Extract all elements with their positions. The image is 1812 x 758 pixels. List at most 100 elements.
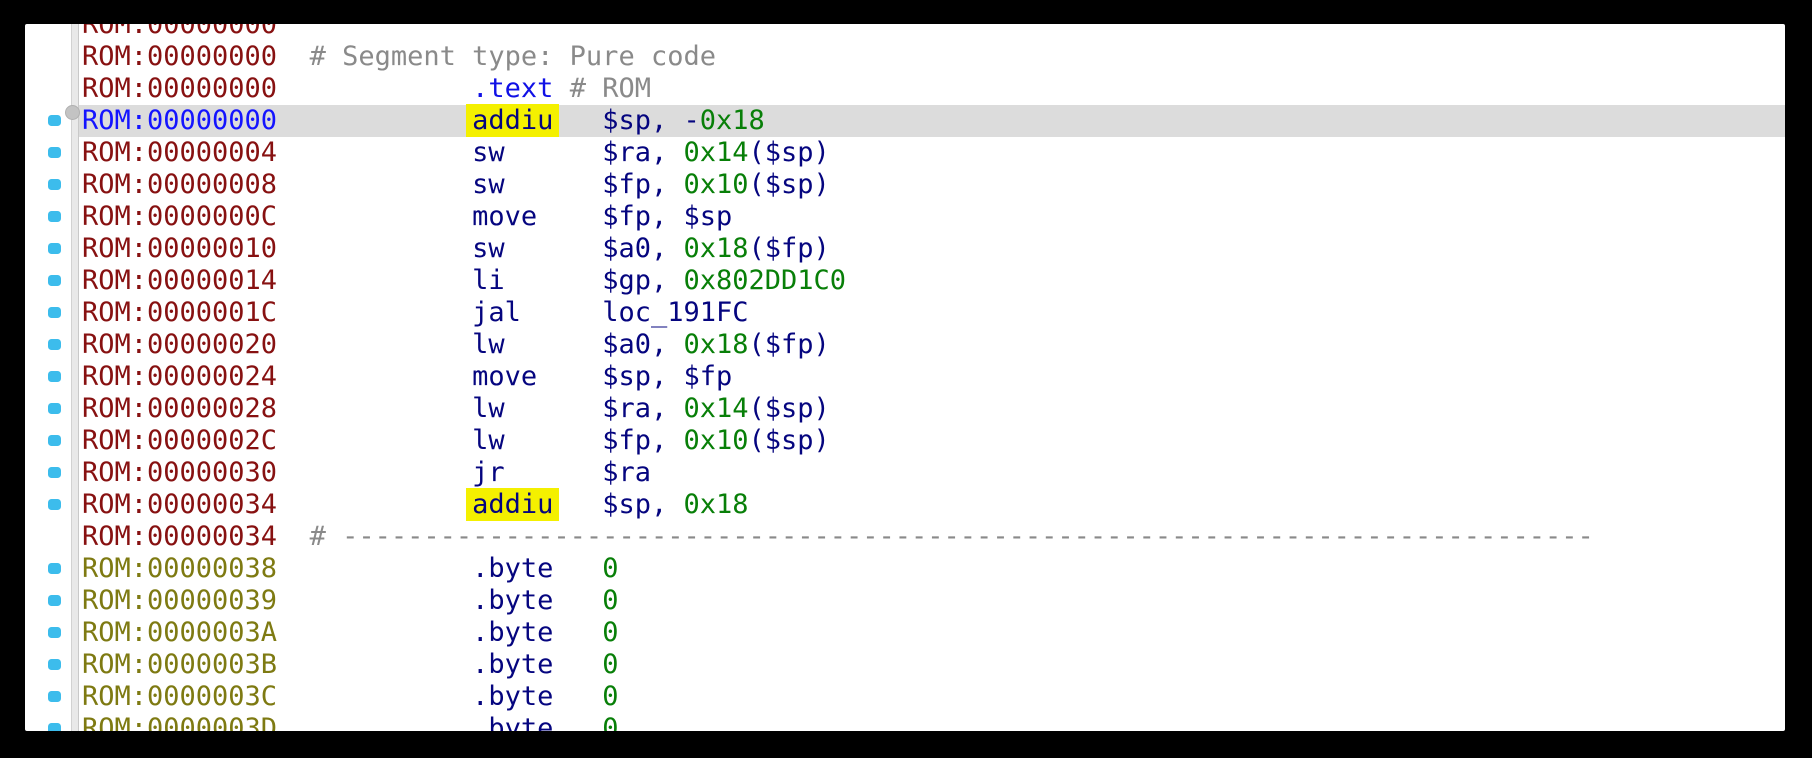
code-token: $ra [602, 457, 651, 488]
address-label: ROM:00000008 [82, 169, 278, 200]
listing-row[interactable]: ROM:0000003B .byte 0 [25, 649, 1785, 681]
code-token: .byte [472, 553, 554, 584]
listing-line-text: ROM:0000003B .byte 0 [25, 649, 1785, 681]
listing-row[interactable]: ROM:00000000 .text # ROM [25, 73, 1785, 105]
address-label: ROM:0000003C [82, 681, 278, 712]
line-dot-icon[interactable] [48, 435, 61, 446]
listing-line-text: ROM:00000014 li $gp, 0x802DD1C0 [25, 265, 1785, 297]
listing-row[interactable]: ROM:0000003D .byte 0 [25, 713, 1785, 731]
address-label: ROM:0000002C [82, 425, 278, 456]
listing-row[interactable]: ROM:00000020 lw $a0, 0x18($fp) [25, 329, 1785, 361]
line-dot-icon[interactable] [48, 371, 61, 382]
line-dot-icon[interactable] [48, 627, 61, 638]
listing-row[interactable]: ROM:0000002C lw $fp, 0x10($sp) [25, 425, 1785, 457]
listing-line-text: ROM:00000008 sw $fp, 0x10($sp) [25, 169, 1785, 201]
line-dot-icon[interactable] [48, 723, 61, 731]
line-dot-icon[interactable] [48, 467, 61, 478]
line-dot-icon[interactable] [48, 115, 61, 126]
listing-row[interactable]: ROM:00000039 .byte 0 [25, 585, 1785, 617]
line-dot-icon[interactable] [48, 147, 61, 158]
listing-line-text: ROM:00000039 .byte 0 [25, 585, 1785, 617]
listing-row[interactable]: ROM:00000010 sw $a0, 0x18($fp) [25, 233, 1785, 265]
line-dot-icon[interactable] [48, 659, 61, 670]
line-dot-icon[interactable] [48, 595, 61, 606]
code-token: 0 [602, 553, 619, 584]
address-label: ROM:00000028 [82, 393, 278, 424]
code-token: ($fp) [748, 329, 830, 360]
code-token: $sp, $fp [602, 361, 733, 392]
listing-line-text: ROM:00000034 addiu $sp, 0x18 [25, 488, 1785, 521]
line-dot-icon[interactable] [48, 563, 61, 574]
listing-row[interactable]: ROM:0000000C move $fp, $sp [25, 201, 1785, 233]
listing-row[interactable]: ROM:00000038 .byte 0 [25, 553, 1785, 585]
address-label: ROM:00000020 [82, 329, 278, 360]
code-token: ($sp) [748, 393, 830, 424]
address-label: ROM:00000034 [82, 489, 278, 520]
listing-row[interactable]: ROM:00000008 sw $fp, 0x10($sp) [25, 169, 1785, 201]
listing-line-text: ROM:00000010 sw $a0, 0x18($fp) [25, 233, 1785, 265]
listing-row[interactable]: ROM:00000014 li $gp, 0x802DD1C0 [25, 265, 1785, 297]
listing-row[interactable]: ROM:00000004 sw $ra, 0x14($sp) [25, 137, 1785, 169]
line-dot-icon[interactable] [48, 211, 61, 222]
line-dot-icon[interactable] [48, 339, 61, 350]
code-token: 0 [602, 681, 619, 712]
address-label: ROM:00000000 [82, 41, 278, 72]
listing-row[interactable]: ROM:00000028 lw $ra, 0x14($sp) [25, 393, 1785, 425]
address-label: ROM:00000014 [82, 265, 278, 296]
gutter-slider-handle[interactable] [65, 105, 80, 120]
listing-row[interactable]: ROM:00000034 addiu $sp, 0x18 [25, 488, 1785, 521]
code-token: .text [472, 73, 554, 104]
line-dot-icon[interactable] [48, 243, 61, 254]
code-token: ($sp) [748, 137, 830, 168]
listing-row[interactable]: ROM:00000000 # Segment type: Pure code [25, 41, 1785, 73]
code-token: 0x14 [683, 393, 749, 424]
listing-row[interactable]: ROM:00000024 move $sp, $fp [25, 361, 1785, 393]
listing-row[interactable]: ROM:00000034 # -------------------------… [25, 521, 1785, 553]
code-token: $fp, [602, 425, 684, 456]
listing-line-text: ROM:0000003C .byte 0 [25, 681, 1785, 713]
listing-line-text: ROM:00000000 [25, 24, 1785, 41]
listing-row[interactable]: ROM:0000003C .byte 0 [25, 681, 1785, 713]
line-dot-icon[interactable] [48, 403, 61, 414]
listing-line-text: ROM:00000028 lw $ra, 0x14($sp) [25, 393, 1785, 425]
listing-row[interactable]: ROM:00000000 [25, 24, 1785, 41]
code-token: 0x18 [683, 233, 749, 264]
line-dot-icon[interactable] [48, 499, 61, 510]
code-token: $ra, [602, 393, 684, 424]
code-token: 0 [602, 649, 619, 680]
line-dot-icon[interactable] [48, 179, 61, 190]
listing-row[interactable]: ROM:00000030 jr $ra [25, 457, 1785, 489]
listing-row[interactable]: ROM:0000003A .byte 0 [25, 617, 1785, 649]
code-token: 0x10 [683, 169, 749, 200]
address-label: ROM:00000000 [82, 73, 278, 104]
address-label: ROM:00000004 [82, 137, 278, 168]
line-dot-icon[interactable] [48, 275, 61, 286]
line-dot-icon[interactable] [48, 691, 61, 702]
listing-line-text: ROM:00000000 .text # ROM [25, 73, 1785, 105]
address-label: ROM:0000003D [82, 713, 278, 731]
code-token: $sp, - [602, 105, 700, 136]
code-token: $ra, [602, 137, 684, 168]
listing-row-current[interactable]: ROM:00000000 addiu $sp, -0x18 [25, 104, 1785, 137]
code-token: 0x802DD1C0 [683, 265, 847, 296]
line-dot-icon[interactable] [48, 307, 61, 318]
gutter-separator [71, 24, 79, 731]
listing-line-text: ROM:00000030 jr $ra [25, 457, 1785, 489]
listing-row[interactable]: ROM:0000001C jal loc_191FC [25, 297, 1785, 329]
